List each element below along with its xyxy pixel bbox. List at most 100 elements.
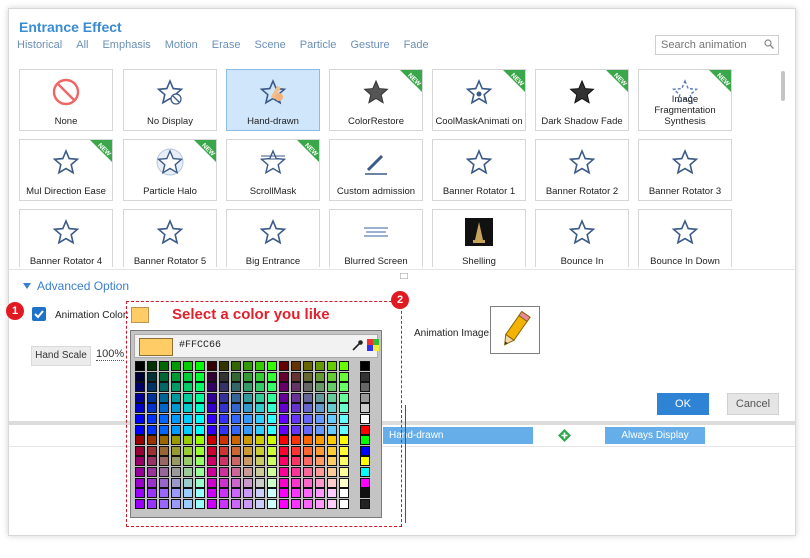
color-swatch[interactable]: [315, 361, 325, 371]
color-swatch[interactable]: [219, 445, 229, 456]
color-swatch[interactable]: [243, 361, 253, 371]
color-swatch[interactable]: [207, 456, 217, 467]
color-swatch[interactable]: [207, 403, 217, 414]
color-swatch[interactable]: [339, 445, 349, 456]
color-swatch[interactable]: [360, 488, 370, 499]
color-swatch[interactable]: [315, 392, 325, 403]
color-swatch[interactable]: [327, 371, 337, 382]
effect-none[interactable]: None: [19, 69, 113, 131]
color-swatch[interactable]: [327, 414, 337, 424]
color-swatch[interactable]: [327, 361, 337, 371]
color-swatch[interactable]: [339, 498, 349, 509]
color-swatch[interactable]: [315, 371, 325, 382]
color-swatch[interactable]: [279, 414, 289, 424]
effect-no-display[interactable]: No Display: [123, 69, 217, 131]
color-swatch[interactable]: [327, 498, 337, 509]
color-swatch[interactable]: [147, 403, 157, 414]
color-swatch[interactable]: [135, 382, 145, 393]
color-swatch[interactable]: [267, 361, 277, 371]
color-swatch[interactable]: [255, 361, 265, 371]
color-swatch[interactable]: [171, 382, 181, 393]
color-swatch[interactable]: [339, 435, 349, 446]
tab-all[interactable]: All: [76, 39, 88, 51]
color-swatch[interactable]: [231, 361, 241, 371]
color-swatch[interactable]: [315, 477, 325, 488]
color-swatch[interactable]: [315, 414, 325, 424]
color-swatch[interactable]: [159, 435, 169, 446]
effect-bounce-in[interactable]: Bounce In: [535, 209, 629, 267]
color-swatch[interactable]: [327, 382, 337, 393]
color-swatch[interactable]: [147, 414, 157, 424]
color-swatch[interactable]: [219, 498, 229, 509]
color-swatch[interactable]: [219, 371, 229, 382]
tab-particle[interactable]: Particle: [300, 39, 337, 51]
color-swatch[interactable]: [243, 371, 253, 382]
color-swatch[interactable]: [147, 435, 157, 446]
color-swatch[interactable]: [243, 392, 253, 403]
color-swatch[interactable]: [291, 498, 301, 509]
color-swatch[interactable]: [183, 382, 193, 393]
color-swatch[interactable]: [339, 392, 349, 403]
color-swatch[interactable]: [243, 467, 253, 477]
color-swatch[interactable]: [171, 445, 181, 456]
color-swatch[interactable]: [147, 477, 157, 488]
color-swatch[interactable]: [360, 424, 370, 435]
color-swatch[interactable]: [291, 467, 301, 477]
color-swatch[interactable]: [279, 435, 289, 446]
color-swatch[interactable]: [147, 382, 157, 393]
color-swatch[interactable]: [339, 403, 349, 414]
color-swatch[interactable]: [243, 403, 253, 414]
color-swatch[interactable]: [195, 498, 205, 509]
color-swatch[interactable]: [219, 414, 229, 424]
color-swatch[interactable]: [159, 477, 169, 488]
effect-scrollmask[interactable]: ScrollMask NEW: [226, 139, 320, 201]
color-swatch[interactable]: [159, 414, 169, 424]
color-swatch[interactable]: [135, 445, 145, 456]
color-swatch[interactable]: [231, 445, 241, 456]
color-swatch[interactable]: [315, 498, 325, 509]
effect-mul-direction-ease[interactable]: Mul Direction Ease NEW: [19, 139, 113, 201]
color-swatch[interactable]: [207, 467, 217, 477]
color-swatch[interactable]: [243, 498, 253, 509]
color-swatch[interactable]: [195, 361, 205, 371]
color-swatch[interactable]: [267, 445, 277, 456]
color-swatch[interactable]: [255, 414, 265, 424]
color-swatch[interactable]: [231, 403, 241, 414]
color-swatch[interactable]: [360, 382, 370, 393]
timeline-track-always-display[interactable]: Always Display: [605, 427, 705, 444]
color-swatch[interactable]: [135, 477, 145, 488]
color-swatch[interactable]: [195, 392, 205, 403]
color-swatch[interactable]: [135, 371, 145, 382]
color-swatch[interactable]: [255, 467, 265, 477]
color-swatch[interactable]: [195, 488, 205, 499]
color-swatch[interactable]: [195, 445, 205, 456]
color-swatch[interactable]: [207, 435, 217, 446]
effect-shelling[interactable]: Shelling: [432, 209, 526, 267]
effect-custom-admission[interactable]: Custom admission: [329, 139, 423, 201]
color-swatch[interactable]: [267, 414, 277, 424]
color-swatch[interactable]: [291, 445, 301, 456]
color-swatch[interactable]: [267, 392, 277, 403]
color-swatch[interactable]: [147, 371, 157, 382]
color-swatch[interactable]: [207, 445, 217, 456]
color-swatch[interactable]: [303, 498, 313, 509]
color-swatch[interactable]: [303, 371, 313, 382]
color-swatch[interactable]: [267, 477, 277, 488]
color-swatch[interactable]: [231, 424, 241, 435]
color-swatch[interactable]: [207, 414, 217, 424]
color-swatch[interactable]: [255, 477, 265, 488]
color-swatch[interactable]: [360, 477, 370, 488]
color-swatch[interactable]: [159, 371, 169, 382]
color-swatch[interactable]: [183, 467, 193, 477]
color-swatch[interactable]: [219, 403, 229, 414]
color-swatch[interactable]: [315, 456, 325, 467]
color-swatch[interactable]: [315, 403, 325, 414]
color-swatch[interactable]: [315, 488, 325, 499]
effect-particle-halo[interactable]: Particle Halo NEW: [123, 139, 217, 201]
color-swatch[interactable]: [303, 424, 313, 435]
color-swatch[interactable]: [159, 488, 169, 499]
color-swatch[interactable]: [147, 445, 157, 456]
color-swatch[interactable]: [267, 403, 277, 414]
color-swatch[interactable]: [243, 382, 253, 393]
color-swatch[interactable]: [231, 371, 241, 382]
